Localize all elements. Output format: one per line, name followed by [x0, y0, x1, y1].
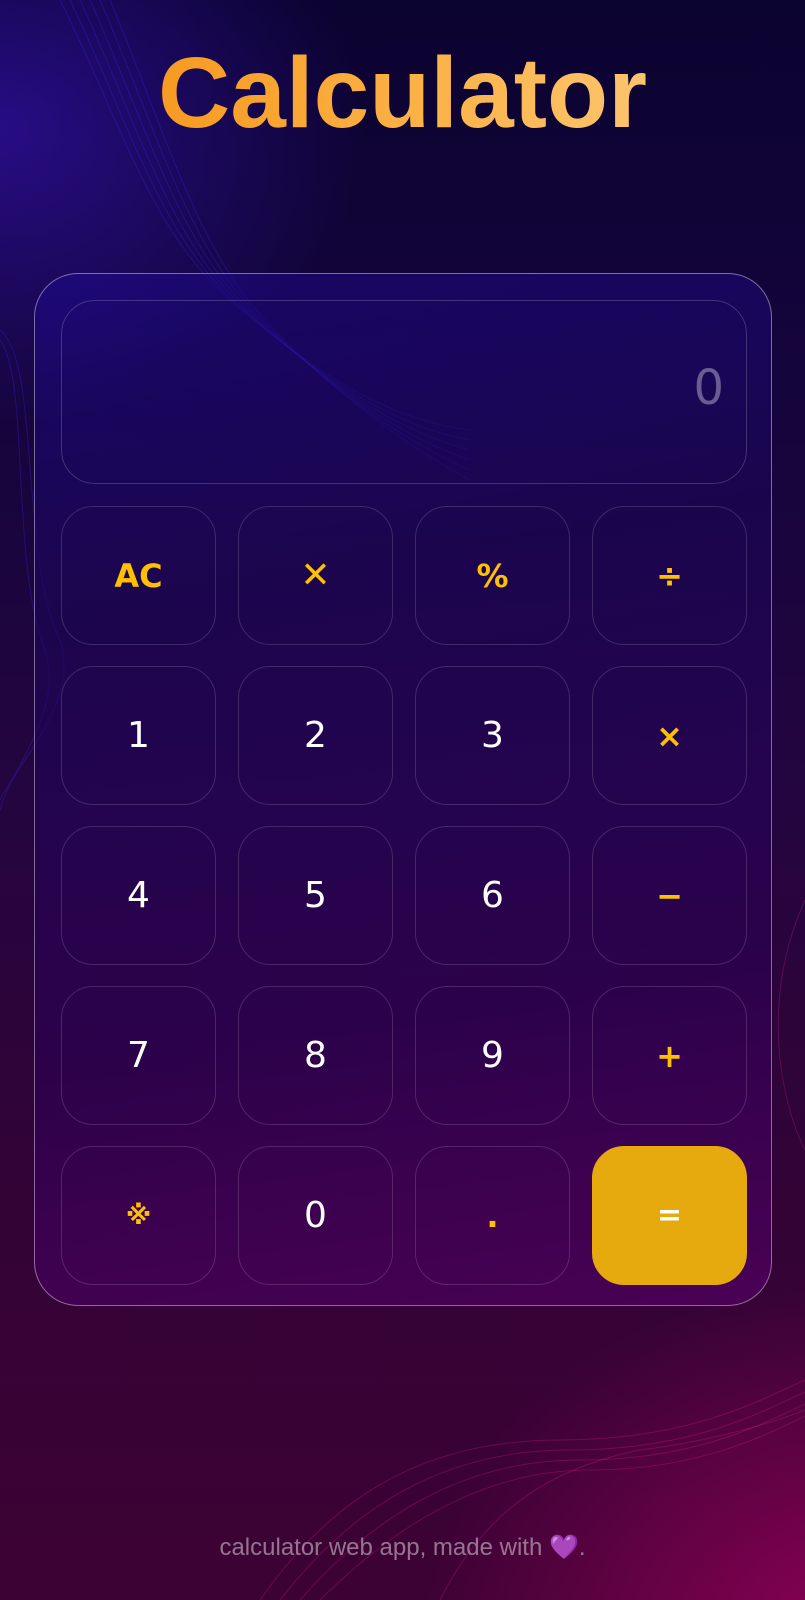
digit-3-button[interactable]: 3 — [415, 666, 570, 805]
calculator-panel: 0 AC ✕ % ÷ 1 2 3 × 4 5 6 − 7 8 9 + ※ 0 .… — [34, 273, 772, 1306]
digit-1-button[interactable]: 1 — [61, 666, 216, 805]
decimal-button[interactable]: . — [415, 1146, 570, 1285]
page-title: Calculator — [0, 38, 805, 148]
percent-button[interactable]: % — [415, 506, 570, 645]
backspace-button[interactable]: ✕ — [238, 506, 393, 645]
display-screen: 0 — [61, 300, 747, 484]
footer-end: . — [578, 1534, 586, 1561]
digit-7-button[interactable]: 7 — [61, 986, 216, 1125]
equals-button[interactable]: = — [592, 1146, 747, 1285]
heart-icon: 💜 — [548, 1534, 579, 1561]
footer: calculator web app, made with 💜. — [0, 1533, 805, 1562]
digit-9-button[interactable]: 9 — [415, 986, 570, 1125]
digit-0-button[interactable]: 0 — [238, 1146, 393, 1285]
digit-2-button[interactable]: 2 — [238, 666, 393, 805]
digit-6-button[interactable]: 6 — [415, 826, 570, 965]
divide-button[interactable]: ÷ — [592, 506, 747, 645]
digit-8-button[interactable]: 8 — [238, 986, 393, 1125]
display-value: 0 — [693, 360, 724, 416]
digit-4-button[interactable]: 4 — [61, 826, 216, 965]
digit-5-button[interactable]: 5 — [238, 826, 393, 965]
multiply-button[interactable]: × — [592, 666, 747, 805]
add-button[interactable]: + — [592, 986, 747, 1125]
subtract-button[interactable]: − — [592, 826, 747, 965]
special-button[interactable]: ※ — [61, 1146, 216, 1285]
footer-text: calculator web app, made with — [219, 1534, 543, 1561]
clear-button[interactable]: AC — [61, 506, 216, 645]
